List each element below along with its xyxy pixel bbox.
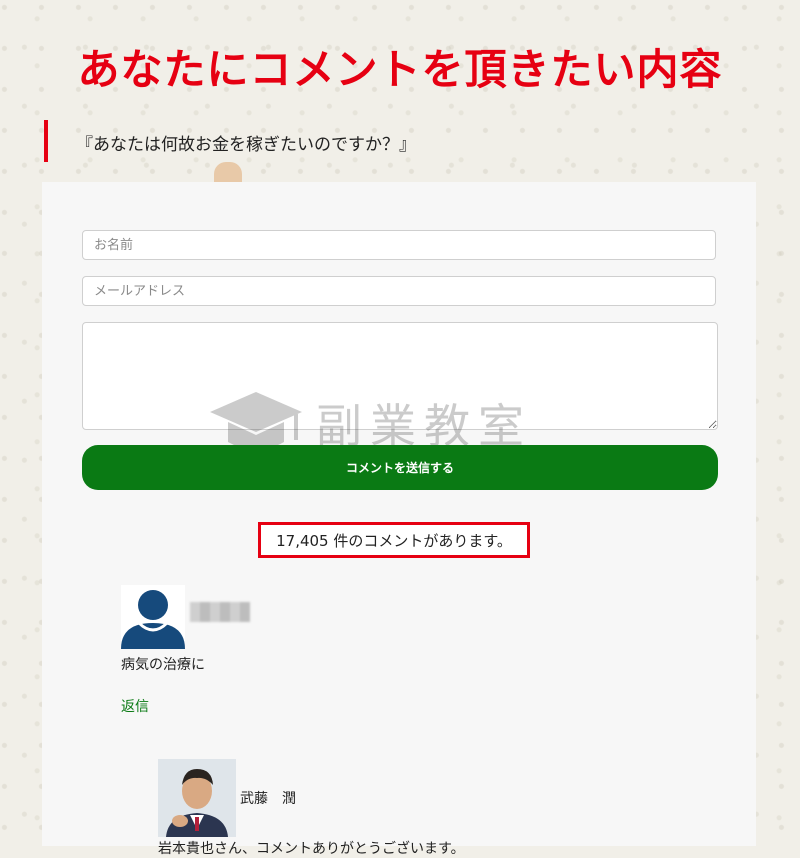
name-field[interactable] (82, 230, 716, 260)
commenter-name-blurred (190, 602, 250, 622)
submit-comment-button[interactable]: コメントを送信する (82, 445, 718, 490)
reply-author-name: 武藤 潤 (240, 791, 296, 807)
reply-text: 岩本貴也さん、コメントありがとうございます。 (158, 841, 465, 857)
reply-link[interactable]: 返信 (121, 696, 149, 716)
comment-count: 17,405 件のコメントがあります。 (258, 522, 530, 558)
author-photo (158, 759, 236, 837)
pointing-hand-icon (214, 162, 242, 184)
quote-accent-bar (44, 120, 48, 162)
question-text: 『あなたは何故お金を稼ぎたいのですか？』 (76, 135, 416, 155)
page-title: あなたにコメントを頂きたい内容 (77, 45, 723, 94)
person-silhouette-icon (121, 585, 185, 649)
email-field[interactable] (82, 276, 716, 306)
comment-text: 病気の治療に (121, 657, 205, 673)
